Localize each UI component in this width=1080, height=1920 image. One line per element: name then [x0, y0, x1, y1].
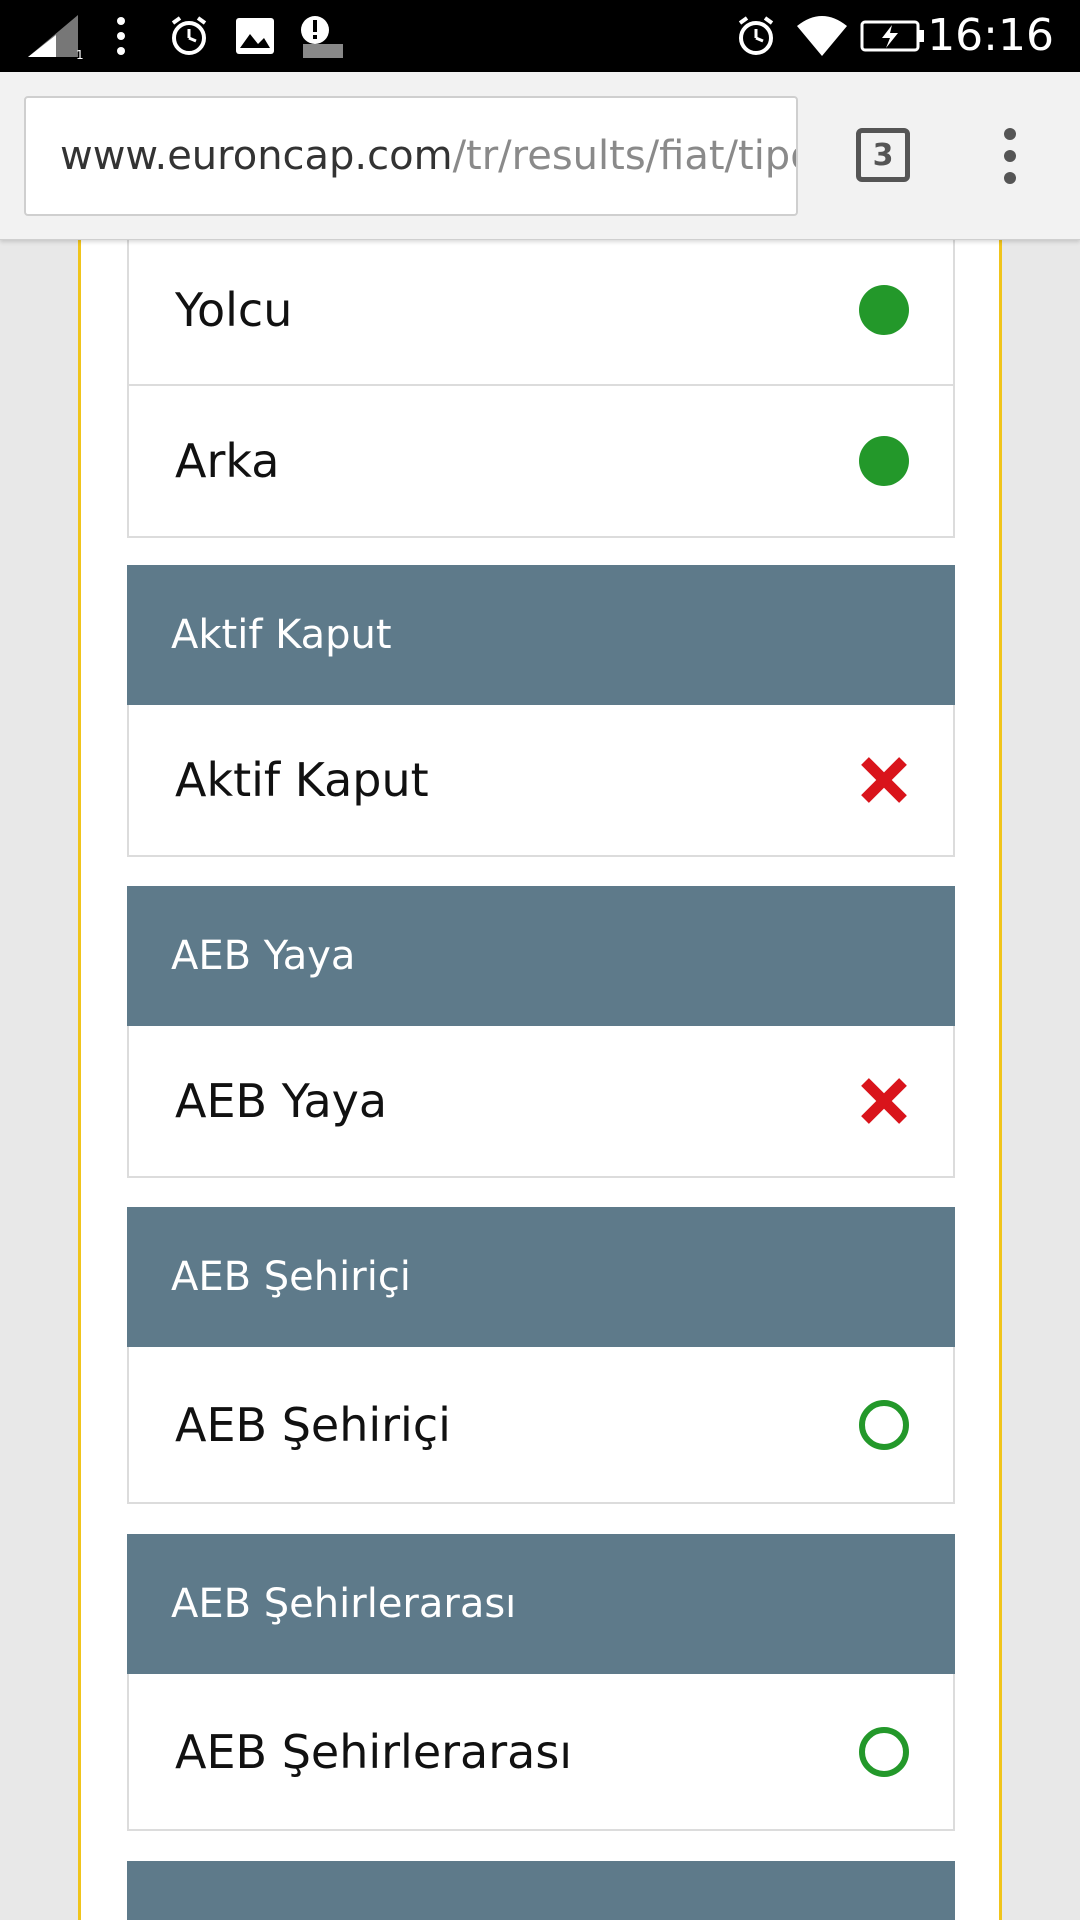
section-header: AEB Şehiriçi: [127, 1207, 955, 1347]
tab-switcher-button[interactable]: 3: [856, 128, 910, 182]
list-item: Aktif Kaput: [129, 705, 953, 855]
section-aktif-kaput: Aktif Kaput Aktif Kaput: [127, 565, 955, 857]
clock: 16:16: [927, 10, 1054, 61]
section-header: [127, 1861, 955, 1920]
url-host: www.euroncap.com: [60, 133, 453, 179]
section-header: AEB Şehirlerarası: [127, 1534, 955, 1674]
wifi-icon: [794, 12, 850, 60]
address-bar[interactable]: www.euroncap.com/tr/results/fiat/tipo,: [24, 96, 798, 216]
more-icon: [108, 12, 134, 60]
list-item: AEB Yaya: [129, 1026, 953, 1176]
list-item: Arka: [129, 386, 953, 536]
signal-icon: 1: [26, 12, 84, 60]
green-dot-icon: [859, 436, 909, 486]
warning-icon: [296, 12, 346, 60]
row-label: Aktif Kaput: [175, 753, 429, 807]
results-card: Yolcu Arka Aktif Kaput Aktif Kaput AEB Y…: [78, 240, 1002, 1920]
list-item: AEB Şehirlerarası: [129, 1674, 953, 1829]
red-cross-icon: [859, 1076, 909, 1126]
seat-results-group: Yolcu Arka: [127, 240, 955, 538]
row-label: Arka: [175, 434, 280, 488]
section-aeb-yaya: AEB Yaya AEB Yaya: [127, 886, 955, 1178]
row-label: AEB Şehiriçi: [175, 1397, 451, 1452]
green-dot-icon: [859, 285, 909, 335]
status-bar: 1 16:16: [0, 0, 1080, 72]
alarm-icon: [166, 12, 212, 60]
green-ring-icon: [859, 1399, 909, 1450]
red-cross-icon: [859, 755, 909, 805]
url-path: /tr/results/fiat/tipo,: [452, 133, 798, 179]
section-header: AEB Yaya: [127, 886, 955, 1026]
battery-charging-icon: [860, 12, 926, 60]
browser-toolbar: www.euroncap.com/tr/results/fiat/tipo, 3: [0, 72, 1080, 240]
section-header: Aktif Kaput: [127, 565, 955, 705]
svg-text:1: 1: [76, 48, 84, 59]
list-item: AEB Şehiriçi: [129, 1347, 953, 1502]
section-next-partial: [127, 1861, 955, 1920]
row-label: Yolcu: [175, 283, 293, 337]
green-ring-icon: [859, 1726, 909, 1777]
section-aeb-sehirici: AEB Şehiriçi AEB Şehiriçi: [127, 1207, 955, 1504]
list-item: Yolcu: [129, 240, 953, 386]
row-label: AEB Şehirlerarası: [175, 1724, 573, 1779]
overflow-menu-icon[interactable]: [990, 128, 1030, 184]
row-label: AEB Yaya: [175, 1074, 388, 1128]
section-aeb-sehirlerarasi: AEB Şehirlerarası AEB Şehirlerarası: [127, 1534, 955, 1831]
image-icon: [232, 12, 278, 60]
alarm-icon: [732, 12, 780, 60]
